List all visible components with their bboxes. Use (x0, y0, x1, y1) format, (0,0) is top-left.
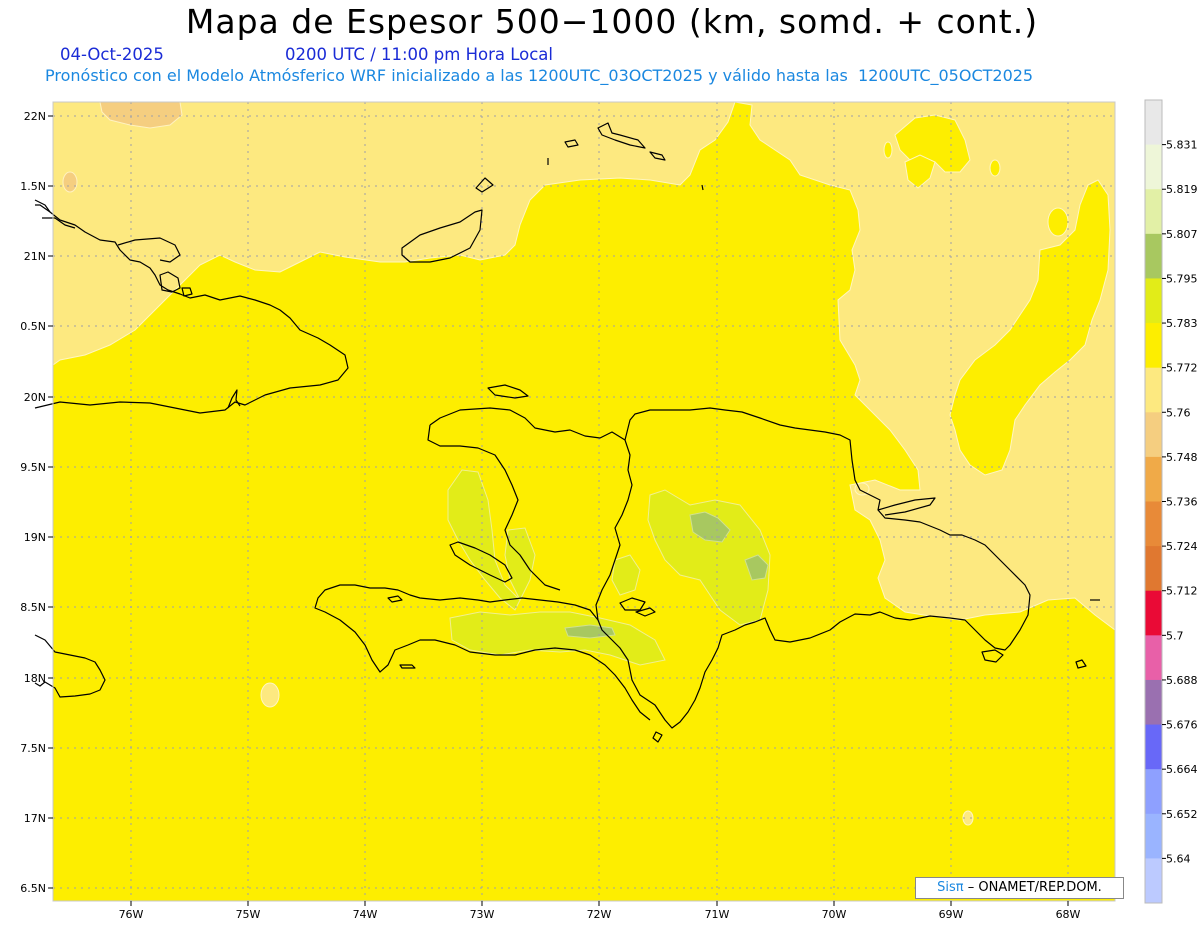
colorbar-label: 5.76 (1166, 406, 1191, 419)
lat-label: 9.5N (20, 461, 46, 474)
colorbar-swatch (1145, 278, 1162, 324)
thickness-warmer-spot (62, 171, 78, 193)
thickness-patch-north-5 (883, 141, 893, 159)
colorbar-swatch (1145, 546, 1162, 592)
colorbar-swatch (1145, 769, 1162, 815)
lat-label: 21N (24, 250, 46, 263)
colorbar-label: 5.724 (1166, 540, 1198, 553)
lat-label: 1.5N (20, 180, 46, 193)
colorbar-swatch (1145, 724, 1162, 770)
lat-label: 20N (24, 391, 46, 404)
lat-label: 19N (24, 531, 46, 544)
colorbar-label: 5.748 (1166, 451, 1198, 464)
thickness-island-west (260, 682, 280, 708)
colorbar-label: 5.795 (1166, 272, 1198, 285)
colorbar-swatch (1145, 233, 1162, 279)
credit-text: – ONAMET/REP.DOM. (967, 880, 1102, 895)
credit-box: Sisπ – ONAMET/REP.DOM. (915, 877, 1124, 899)
lat-label: 22N (24, 110, 46, 123)
colorbar-label: 5.819 (1166, 183, 1198, 196)
lon-label: 75W (236, 908, 261, 921)
thickness-patch-north-3 (1047, 207, 1069, 237)
colorbar-swatch (1145, 189, 1162, 235)
lon-label: 71W (705, 908, 730, 921)
colorbar-label: 5.831 (1166, 139, 1198, 152)
lat-label: 6.5N (20, 882, 46, 895)
colorbar-label: 5.64 (1166, 852, 1191, 865)
colorbar-label: 5.652 (1166, 808, 1198, 821)
colorbar-swatch (1145, 412, 1162, 458)
lon-label: 69W (939, 908, 964, 921)
colorbar-label: 5.688 (1166, 674, 1198, 687)
colorbar: 5.831 5.819 5.807 5.795 5.783 5.772 5.76 5.748 5… (1144, 99, 1198, 904)
latitude-axis: 22N 1.5N 21N 0.5N 20N 9.5N 19N 8.5N 18N 7.5N 17N 6.… (20, 110, 53, 895)
colorbar-swatch (1145, 813, 1162, 859)
colorbar-swatch (1145, 635, 1162, 681)
colorbar-swatch (1145, 679, 1162, 726)
lat-label: 17N (24, 812, 46, 825)
longitude-axis: 76W 75W 74W 73W 72W 71W 70W 69W 68W (119, 901, 1081, 921)
colorbar-label: 5.807 (1166, 228, 1198, 241)
colorbar-label: 5.664 (1166, 763, 1198, 776)
lon-label: 70W (822, 908, 847, 921)
lat-label: 18N (24, 672, 46, 685)
lat-label: 8.5N (20, 601, 46, 614)
colorbar-swatch (1145, 367, 1162, 413)
lon-label: 76W (119, 908, 144, 921)
colorbar-swatch (1145, 100, 1162, 146)
colorbar-label: 5.676 (1166, 719, 1198, 732)
thickness-map: 22N 1.5N 21N 0.5N 20N 9.5N 19N 8.5N 18N 7.5N 17N 6.… (20, 99, 1198, 921)
colorbar-swatch (1145, 590, 1162, 636)
lon-label: 72W (587, 908, 612, 921)
lat-label: 0.5N (20, 320, 46, 333)
thickness-patch-north-4 (989, 159, 1001, 177)
colorbar-label: 5.736 (1166, 496, 1198, 509)
colorbar-label: 5.783 (1166, 317, 1198, 330)
lon-label: 73W (470, 908, 495, 921)
colorbar-label: 5.772 (1166, 362, 1198, 375)
colorbar-label: 5.7 (1166, 629, 1184, 642)
colorbar-swatch (1145, 144, 1162, 190)
lon-label: 68W (1056, 908, 1081, 921)
credit-brand: Sisπ (937, 880, 964, 895)
colorbar-swatch (1145, 858, 1162, 904)
lat-label: 7.5N (20, 742, 46, 755)
lon-label: 74W (353, 908, 378, 921)
colorbar-swatch (1145, 501, 1162, 547)
colorbar-swatch (1145, 456, 1162, 502)
colorbar-label: 5.712 (1166, 585, 1198, 598)
colorbar-swatch (1145, 323, 1162, 369)
